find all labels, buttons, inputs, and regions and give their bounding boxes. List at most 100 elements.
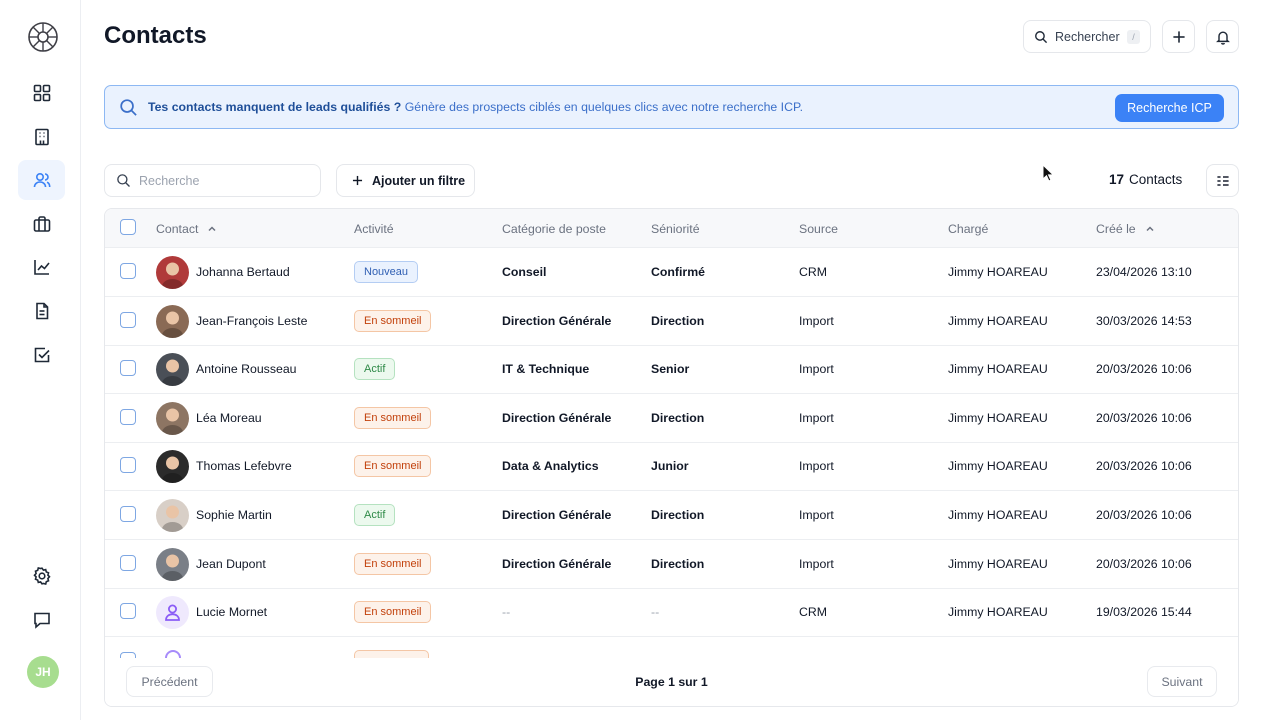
cell-charge: Jimmy HOAREAU: [948, 410, 1048, 425]
cell-source: Import: [799, 410, 834, 425]
notifications-button[interactable]: [1206, 20, 1239, 53]
table-row[interactable]: Léa Moreau En sommeil Direction Générale Di…: [105, 394, 1238, 443]
cell-seniorite: Direction: [651, 556, 705, 571]
column-header-source[interactable]: Source: [799, 222, 838, 236]
next-page-button[interactable]: Suivant: [1147, 666, 1217, 697]
sidebar-item-messages[interactable]: [18, 600, 65, 640]
user-avatar[interactable]: JH: [27, 656, 59, 688]
sidebar-item-analytics[interactable]: [18, 247, 65, 287]
status-badge: Actif: [354, 504, 396, 526]
table-row[interactable]: Lucie Mornet En sommeil -- -- CRM Jimmy HOARE…: [105, 588, 1238, 638]
status-badge: En sommeil: [354, 455, 432, 478]
cell-cree: 30/03/2026 14:53: [1096, 313, 1192, 328]
add-button[interactable]: [1162, 20, 1195, 53]
cell-cree: 20/03/2026 10:06: [1096, 410, 1192, 425]
avatar: [156, 547, 189, 581]
sort-up-icon: [208, 226, 216, 232]
row-checkbox[interactable]: [120, 263, 136, 279]
cell-seniorite: Direction: [651, 410, 705, 425]
row-checkbox[interactable]: [120, 506, 136, 522]
contact-name[interactable]: Thomas Lefebvre: [196, 459, 292, 473]
building-icon: [34, 128, 49, 146]
row-checkbox[interactable]: [120, 457, 136, 474]
contacts-search[interactable]: [104, 164, 321, 197]
contact-name[interactable]: Lucie Mornet: [196, 605, 267, 619]
contact-name[interactable]: Léa Moreau: [196, 411, 262, 425]
contacts-table: Contact Activité Catégorie de poste Séni…: [104, 208, 1239, 707]
briefcase-icon: [33, 216, 50, 232]
cell-source: CRM: [799, 605, 828, 620]
search-input[interactable]: [139, 173, 299, 188]
status-badge: En sommeil: [354, 601, 432, 624]
column-label: Créé le: [1096, 222, 1136, 236]
header-search-button[interactable]: Rechercher /: [1023, 20, 1151, 53]
cell-cree: 20/03/2026 10:06: [1096, 362, 1192, 377]
avatar: [156, 401, 189, 435]
sidebar-item-companies[interactable]: [18, 117, 65, 157]
column-settings-button[interactable]: [1206, 164, 1239, 197]
column-header-seniorite[interactable]: Séniorité: [651, 222, 700, 236]
cell-categorie: Conseil: [502, 265, 547, 279]
row-checkbox[interactable]: [120, 311, 136, 328]
column-header-contact[interactable]: Contact: [156, 222, 217, 236]
column-header-activite[interactable]: Activité: [354, 222, 394, 236]
banner-bold-text: Tes contacts manquent de leads qualifiés…: [148, 100, 402, 114]
columns-icon: [1216, 175, 1229, 186]
status-badge: Actif: [354, 358, 396, 381]
contact-name[interactable]: Sophie Martin: [196, 508, 272, 522]
row-checkbox[interactable]: [120, 408, 136, 425]
row-checkbox[interactable]: [120, 360, 136, 377]
search-icon: [1035, 30, 1048, 43]
add-filter-button[interactable]: Ajouter un filtre: [336, 164, 475, 197]
cell-seniorite: Junior: [651, 459, 689, 474]
row-checkbox[interactable]: [120, 554, 136, 571]
sidebar-item-documents[interactable]: [18, 291, 65, 331]
avatar: [156, 596, 189, 630]
cell-charge: Jimmy HOAREAU: [948, 556, 1048, 571]
contact-name[interactable]: Johanna Bertaud: [196, 265, 290, 279]
contact-name[interactable]: Antoine Rousseau: [196, 362, 297, 376]
banner-text: Génère des prospects ciblés en quelques …: [401, 100, 803, 114]
sidebar-item-dashboard[interactable]: [18, 73, 65, 113]
table-row[interactable]: Sophie Martin Actif Direction Générale Dire…: [105, 491, 1238, 540]
cell-source: Import: [799, 459, 834, 474]
column-header-cree[interactable]: Créé le: [1096, 222, 1155, 236]
cell-categorie: Direction Générale: [502, 508, 612, 522]
contact-name[interactable]: Jean-François Leste: [196, 314, 307, 328]
search-icon: [117, 174, 130, 187]
table-row[interactable]: Antoine Rousseau Actif IT & Technique Senio…: [105, 345, 1238, 395]
shortcut-hint: /: [1127, 30, 1140, 44]
cell-charge: Jimmy HOAREAU: [948, 265, 1048, 279]
row-checkbox[interactable]: [120, 603, 136, 620]
chat-icon: [33, 612, 50, 629]
table-row[interactable]: Thomas Lefebvre En sommeil Data & Analytic…: [105, 442, 1238, 492]
contact-name[interactable]: Jean Dupont: [196, 557, 266, 571]
column-header-charge[interactable]: Chargé: [948, 222, 988, 236]
cell-seniorite: Senior: [651, 362, 690, 377]
avatar: [156, 353, 189, 387]
status-badge: En sommeil: [354, 309, 432, 332]
table-row[interactable]: Jean Dupont En sommeil Direction Générale D…: [105, 540, 1238, 589]
table-row[interactable]: Jean-François Leste En sommeil Direction G…: [105, 297, 1238, 346]
cell-categorie: IT & Technique: [502, 362, 590, 377]
cell-cree: 23/04/2026 13:10: [1096, 265, 1192, 279]
cell-categorie: --: [502, 605, 511, 620]
sidebar-item-settings[interactable]: [18, 556, 65, 596]
logo-icon[interactable]: [27, 21, 59, 53]
icp-search-button[interactable]: Recherche ICP: [1115, 94, 1224, 122]
cell-charge: Jimmy HOAREAU: [948, 313, 1048, 328]
column-header-categorie[interactable]: Catégorie de poste: [502, 222, 606, 236]
table-row[interactable]: Johanna Bertaud Nouveau Conseil Confirmé CRM…: [105, 248, 1238, 297]
sidebar-item-deals[interactable]: [18, 204, 65, 244]
page-indicator: Page 1 sur 1: [635, 675, 708, 689]
sidebar: JH: [0, 0, 81, 720]
cell-charge: Jimmy HOAREAU: [948, 459, 1048, 474]
sidebar-item-contacts[interactable]: [18, 160, 65, 200]
avatar: [156, 499, 189, 532]
sidebar-item-tasks[interactable]: [18, 335, 65, 375]
select-all-checkbox[interactable]: [120, 219, 136, 235]
cell-seniorite: Direction: [651, 313, 705, 328]
cell-seniorite: --: [651, 605, 660, 620]
avatar: [156, 450, 189, 484]
contacts-count: 17 Contacts: [1109, 172, 1182, 187]
